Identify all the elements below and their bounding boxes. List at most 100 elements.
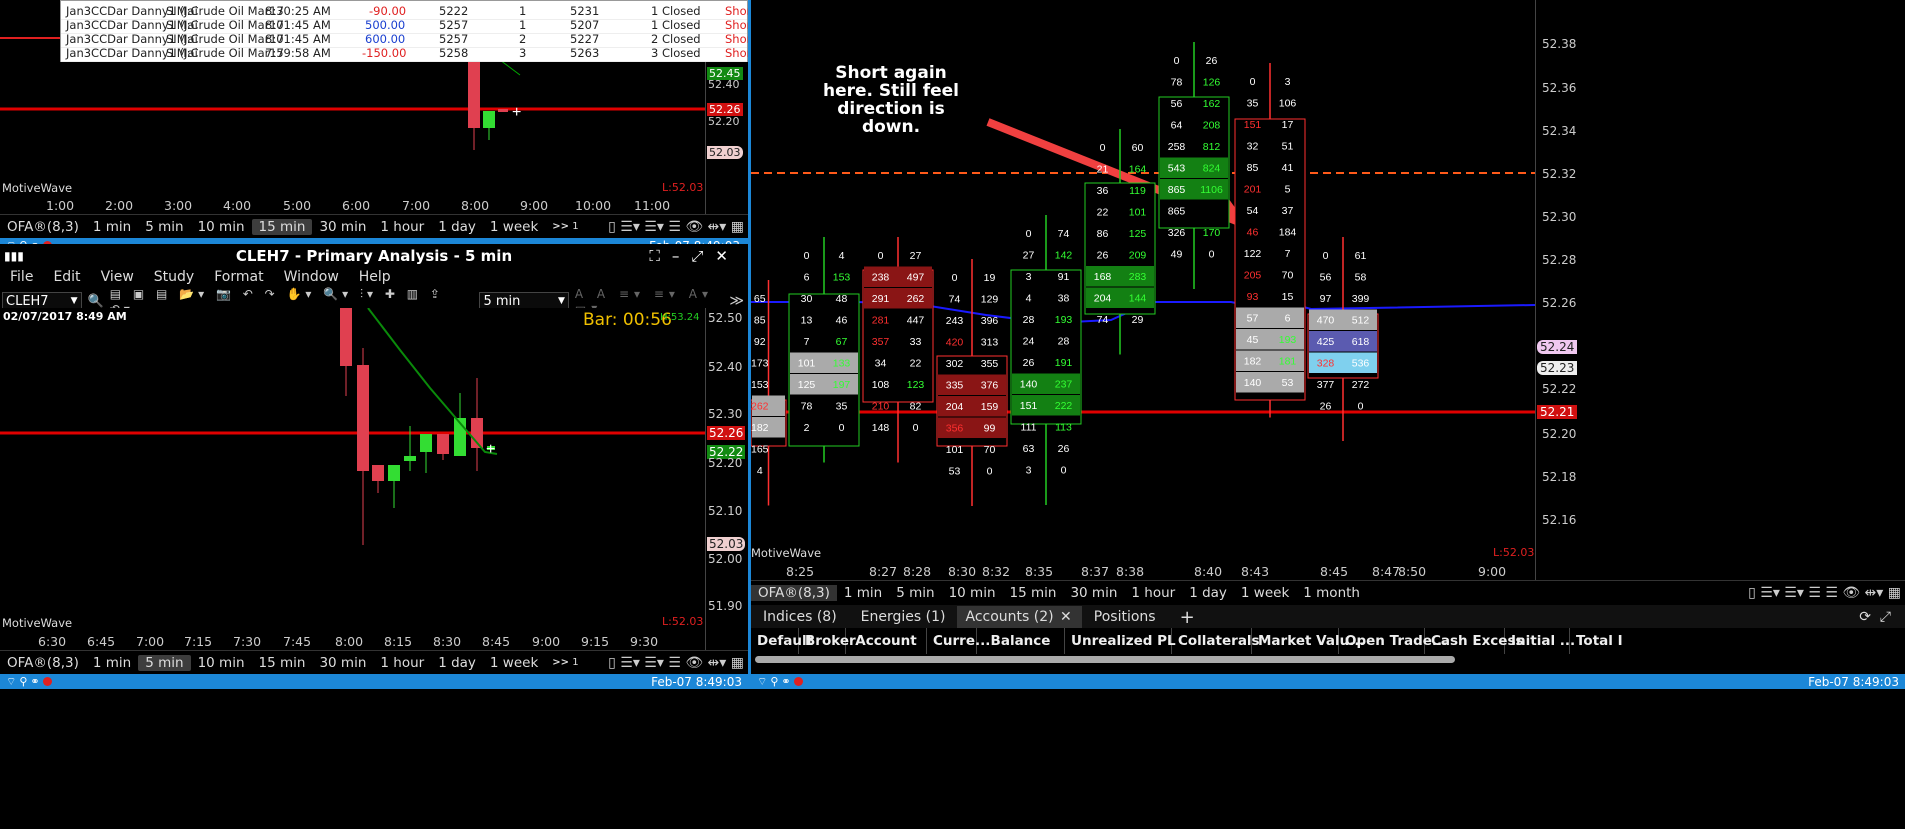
footprint-value: 0 bbox=[987, 466, 993, 478]
footprint-value: 35 bbox=[836, 401, 848, 413]
search-icon[interactable]: 🔍 bbox=[88, 294, 104, 309]
bar-type-icon[interactable]: ▯ ☰▾ ☰▾ ☰ 👁 ⇹▾ ▦ bbox=[604, 219, 748, 235]
footprint-value: 26 bbox=[1058, 443, 1070, 455]
col-open-trade[interactable]: Open Trade... bbox=[1339, 628, 1447, 654]
col-collaterals[interactable]: Collaterals bbox=[1172, 628, 1260, 654]
footprint-value: 0 bbox=[1209, 249, 1215, 261]
footprint-value: 35 bbox=[1247, 98, 1259, 110]
col-cash-excess[interactable]: Cash Excess bbox=[1425, 628, 1524, 654]
tf-1min[interactable]: 1 min bbox=[86, 219, 138, 235]
menu-view[interactable]: View bbox=[91, 269, 144, 285]
footprint-value: 57 bbox=[1247, 313, 1259, 325]
footprint-value: 0 bbox=[1358, 401, 1364, 413]
horizontal-scrollbar[interactable] bbox=[755, 656, 1455, 663]
study-selector[interactable]: OFA®(8,3) bbox=[0, 655, 86, 671]
mid-chart[interactable]: + 02/07/2017 8:49 AM Bar: 00:56 H:53.24 … bbox=[0, 308, 705, 632]
footprint-value: 106 bbox=[1279, 98, 1297, 110]
col-unrealized-pl[interactable]: Unrealized PL bbox=[1065, 628, 1176, 654]
tf-15min[interactable]: 15 min bbox=[251, 218, 313, 235]
tf-1month[interactable]: 1 month bbox=[1296, 585, 1367, 601]
col-market-value[interactable]: Market Valu... bbox=[1252, 628, 1365, 654]
minimize-icon[interactable]: – bbox=[672, 247, 692, 265]
add-tab-button[interactable]: + bbox=[1168, 607, 1207, 628]
mid-price-axis: 52.50 52.40 52.30 52.26 52.22 52.20 52.1… bbox=[705, 308, 748, 650]
footprint-value: 355 bbox=[981, 358, 999, 370]
menu-edit[interactable]: Edit bbox=[43, 269, 90, 285]
menu-help[interactable]: Help bbox=[349, 269, 401, 285]
close-icon[interactable]: ✕ bbox=[715, 247, 740, 265]
tf-1hour[interactable]: 1 hour bbox=[1124, 585, 1182, 601]
tab-energies[interactable]: Energies (1) bbox=[849, 609, 958, 625]
footprint-value: 86 bbox=[1097, 228, 1109, 240]
footprint-value: 7 bbox=[804, 336, 810, 348]
tf-1min[interactable]: 1 min bbox=[86, 655, 138, 671]
tf-10min[interactable]: 10 min bbox=[942, 585, 1003, 601]
tf-30min[interactable]: 30 min bbox=[312, 219, 373, 235]
time-label: 7:45 bbox=[283, 634, 312, 649]
tf-10min[interactable]: 10 min bbox=[191, 219, 252, 235]
time-label: 8:45 bbox=[482, 634, 511, 649]
bar-type-icon[interactable]: ▯ ☰▾ ☰▾ ☰ 👁 ⇹▾ ▦ bbox=[604, 655, 748, 671]
footprint-value: 824 bbox=[1203, 163, 1221, 175]
col-broker[interactable]: Broker bbox=[799, 628, 856, 654]
footprint-value: 302 bbox=[946, 358, 964, 370]
price-label: 52.20 bbox=[708, 115, 740, 128]
study-selector[interactable]: OFA®(8,3) bbox=[0, 219, 86, 235]
tf-1min[interactable]: 1 min bbox=[837, 585, 889, 601]
table-row[interactable]: Jan3CCDar Danny1 (Jai SIM:Crude Oil Mar1… bbox=[61, 45, 756, 62]
tf-10min[interactable]: 10 min bbox=[191, 655, 252, 671]
tf-1week[interactable]: 1 week bbox=[483, 655, 545, 671]
price-label: 52.24 bbox=[1537, 340, 1578, 354]
tf-5min[interactable]: 5 min bbox=[138, 654, 191, 671]
close-icon[interactable]: ✕ bbox=[1058, 609, 1074, 625]
expand-icon[interactable]: ⤢ bbox=[1868, 609, 1903, 625]
tf-15min[interactable]: 15 min bbox=[1003, 585, 1064, 601]
tf-5min[interactable]: 5 min bbox=[889, 585, 941, 601]
tf-5min[interactable]: 5 min bbox=[138, 219, 190, 235]
menu-window[interactable]: Window bbox=[274, 269, 349, 285]
tf-1hour[interactable]: 1 hour bbox=[373, 219, 431, 235]
footprint-value: 70 bbox=[984, 444, 996, 456]
time-label: 10:00 bbox=[575, 198, 612, 213]
col-balance[interactable]: Balance bbox=[977, 628, 1065, 654]
tf-30min[interactable]: 30 min bbox=[1063, 585, 1124, 601]
mid-chart-svg: + bbox=[0, 308, 705, 545]
tf-1day[interactable]: 1 day bbox=[431, 219, 483, 235]
col-account[interactable]: Account bbox=[846, 628, 927, 654]
col-default[interactable]: Default bbox=[751, 628, 813, 654]
price-label: 52.40 bbox=[708, 360, 743, 374]
tab-accounts[interactable]: Accounts (2) ✕ bbox=[957, 606, 1082, 628]
tf-15min[interactable]: 15 min bbox=[252, 655, 313, 671]
tab-indices[interactable]: Indices (8) bbox=[751, 609, 849, 625]
right-timeframes: OFA®(8,3) 1 min 5 min 10 min 15 min 30 m… bbox=[751, 580, 1905, 604]
tf-1day[interactable]: 1 day bbox=[431, 655, 483, 671]
tf-1week[interactable]: 1 week bbox=[483, 219, 545, 235]
price-label: 52.22 bbox=[1542, 382, 1577, 396]
fullscreen-icon[interactable]: ⛶ bbox=[649, 247, 672, 265]
more-timeframes-button[interactable]: >> 1 bbox=[545, 221, 585, 232]
menu-file[interactable]: File bbox=[0, 269, 43, 285]
col-currency[interactable]: Curre... bbox=[927, 628, 990, 654]
bar-type-icon[interactable]: ▯ ☰▾ ☰▾ ☰ ☰ 👁 ⇹▾ ▦ bbox=[1744, 585, 1905, 601]
footprint-value: 356 bbox=[946, 423, 964, 435]
footprint-chart[interactable]: 65 85 92 173 153 262 182 165 4 0 4 6 153 30 48 13 46 7 67 1… bbox=[751, 0, 1535, 568]
footprint-value: 168 bbox=[1094, 271, 1112, 283]
col-total[interactable]: Total I bbox=[1570, 628, 1623, 654]
footprint-value: 36 bbox=[1097, 185, 1109, 197]
tab-positions[interactable]: Positions bbox=[1082, 609, 1168, 625]
maximize-icon[interactable]: ⤢ bbox=[691, 247, 715, 265]
time-label: 11:00 bbox=[634, 198, 671, 213]
tf-1day[interactable]: 1 day bbox=[1182, 585, 1234, 601]
menu-study[interactable]: Study bbox=[144, 269, 204, 285]
footprint-value: 222 bbox=[1055, 400, 1073, 412]
col-initial[interactable]: Initial ... bbox=[1505, 628, 1575, 654]
study-selector[interactable]: OFA®(8,3) bbox=[751, 584, 837, 601]
tf-1hour[interactable]: 1 hour bbox=[373, 655, 431, 671]
more-timeframes-button[interactable]: >> 1 bbox=[545, 657, 585, 668]
orders-table[interactable]: Jan3CCDar Danny1 (Jai SIM:Crude Oil Mar1… bbox=[60, 0, 756, 62]
menu-format[interactable]: Format bbox=[204, 269, 273, 285]
tf-1week[interactable]: 1 week bbox=[1234, 585, 1296, 601]
tf-30min[interactable]: 30 min bbox=[312, 655, 373, 671]
expand-toolbar-icon[interactable]: ≫ bbox=[729, 293, 744, 309]
footprint-value: 56 bbox=[1320, 272, 1332, 284]
